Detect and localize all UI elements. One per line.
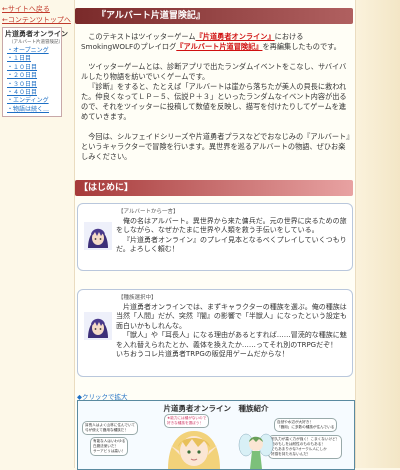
menu-subtitle: （アルバート片道冒険記） — [9, 40, 63, 45]
intro-paragraph-1: このテキストはツイッターゲーム『片道勇者オンライン』における SmokingWO… — [81, 32, 351, 52]
chapter-menu: 片道勇者オンライン （アルバート片道冒険記） ・オープニング ・１日目 ・１０日… — [2, 27, 68, 118]
card2-paragraph-2: 「獣人」や「耳長人」になる理由があるとすれば……冒涜的な種族に魅を入れ替えられた… — [116, 331, 347, 359]
menu-item-day10[interactable]: ・１０日目 — [3, 64, 61, 72]
fairy-character-illustration — [238, 433, 274, 469]
speech-bubble-left-2: 有能な人はいわゆる 白魔法使いだ！ サーアビリは高い！ — [90, 437, 129, 456]
menu-title: 片道勇者オンライン — [5, 30, 68, 38]
albert-comment-card: 【アルバートから一言】 俺の名はアルバート。異世界から来た傭兵だ。元の世界に戻る… — [77, 203, 353, 271]
intro-text: このテキストはツイッターゲーム『片道勇者オンライン』における SmokingWO… — [81, 32, 351, 162]
bubble-text: サーアビリは高い！ — [93, 449, 126, 453]
card1-paragraph-1: 俺の名はアルバート。異世界から来た傭兵だ。元の世界に戻るための旅をしながら、なぜ… — [116, 217, 347, 235]
menu-item-day1[interactable]: ・１日目 — [3, 55, 61, 63]
right-decorative-border — [356, 0, 400, 468]
page-title: 『アルバート片道冒険記』 — [75, 8, 353, 24]
speech-bubble-left-1: 耳長人はよく山林に住んでいて 弓が使えて器用な種族だ！ — [82, 421, 139, 435]
menu-item-continues[interactable]: ・物語は続く… — [3, 106, 61, 114]
speech-bubble-right-1: 自然や水辺が大好き！ 「器用」に多数の種族が住んでいる — [274, 418, 338, 432]
intro-paragraph-3: 『診断』をすると、たとえば「アルバートは崖から落ちたが美人の貝長に救われた。仲良… — [81, 82, 347, 121]
intro-paragraph-2: ツイッターゲームとは、診断アプリで出たランダムイベントをこなし、サバイバルしたり… — [81, 62, 347, 81]
intro-text-1c: を再編集したものです。 — [262, 42, 341, 51]
banner-title: 片道勇者オンライン 種族紹介 — [163, 404, 269, 413]
race-intro-image[interactable]: 片道勇者オンライン 種族紹介 ★能力には種がないので 好きな種族を選ぼう！ 耳長… — [77, 400, 355, 470]
menu-item-day30[interactable]: ・３０日目 — [3, 81, 61, 89]
back-to-site-link[interactable]: ←サイトへ戻る — [2, 4, 50, 14]
card2-paragraph-1: 片道勇者オンラインでは、まずキャラクターの種族を選ぶ。俺の種族は当然「人間」だが… — [116, 303, 347, 330]
elf-character-illustration — [168, 431, 220, 469]
back-to-contents-link[interactable]: ←コンテンツトップへ — [2, 15, 71, 25]
albert-log-link[interactable]: 『アルバート片道冒険記』 — [176, 42, 262, 51]
card-body: 片道勇者オンラインでは、まずキャラクターの種族を選ぶ。俺の種族は当然「人間」だが… — [116, 303, 348, 359]
card-tag: 【種族選択中】 — [118, 295, 157, 301]
card1-paragraph-2: 『片道勇者オンライン』のプレイ見本となるべくプレイしていくつもりだ。よろしく頼む… — [116, 235, 347, 254]
section-title: 【はじめに】 — [75, 180, 353, 196]
card-body: 俺の名はアルバート。異世界から来た傭兵だ。元の世界に戻るための旅をしながら、なぜ… — [116, 217, 348, 255]
intro-paragraph-4: 今回は、シルフェイドシリーズや片道勇者プラスなどでおなじみの『アルバート』という… — [81, 132, 350, 161]
menu-item-opening[interactable]: ・オープニング — [3, 47, 61, 55]
albert-avatar-icon — [84, 312, 112, 340]
race-selection-card: 【種族選択中】 片道勇者オンラインでは、まずキャラクターの種族を選ぶ。俺の種族は… — [77, 289, 353, 377]
albert-avatar-icon — [84, 222, 112, 250]
bubble-text: 「器用」に多数の種族が住んでいる — [277, 425, 335, 429]
menu-item-day20[interactable]: ・２０日目 — [3, 72, 61, 80]
bubble-text: 弓が使えて器用な種族だ！ — [85, 428, 128, 432]
menu-item-ending[interactable]: ・エンディング — [3, 97, 61, 105]
katamichi-online-link[interactable]: 『片道勇者オンライン』 — [196, 32, 275, 41]
main-content: 『アルバート片道冒険記』 このテキストはツイッターゲーム『片道勇者オンライン』に… — [74, 0, 356, 470]
intro-text-1a: このテキストはツイッターゲーム — [88, 32, 196, 41]
card-tag: 【アルバートから一言】 — [118, 209, 179, 215]
bubble-text: 好感を持たれないんだ！ — [271, 452, 311, 456]
speech-bubble-right-2: 耐久力が高く力が強く！こまくないけど！ 他のもしをは耐性のものもある！ でもあま… — [268, 435, 343, 459]
left-sidebar: ←サイトへ戻る ←コンテンツトップへ 片道勇者オンライン （アルバート片道冒険記… — [0, 0, 71, 468]
